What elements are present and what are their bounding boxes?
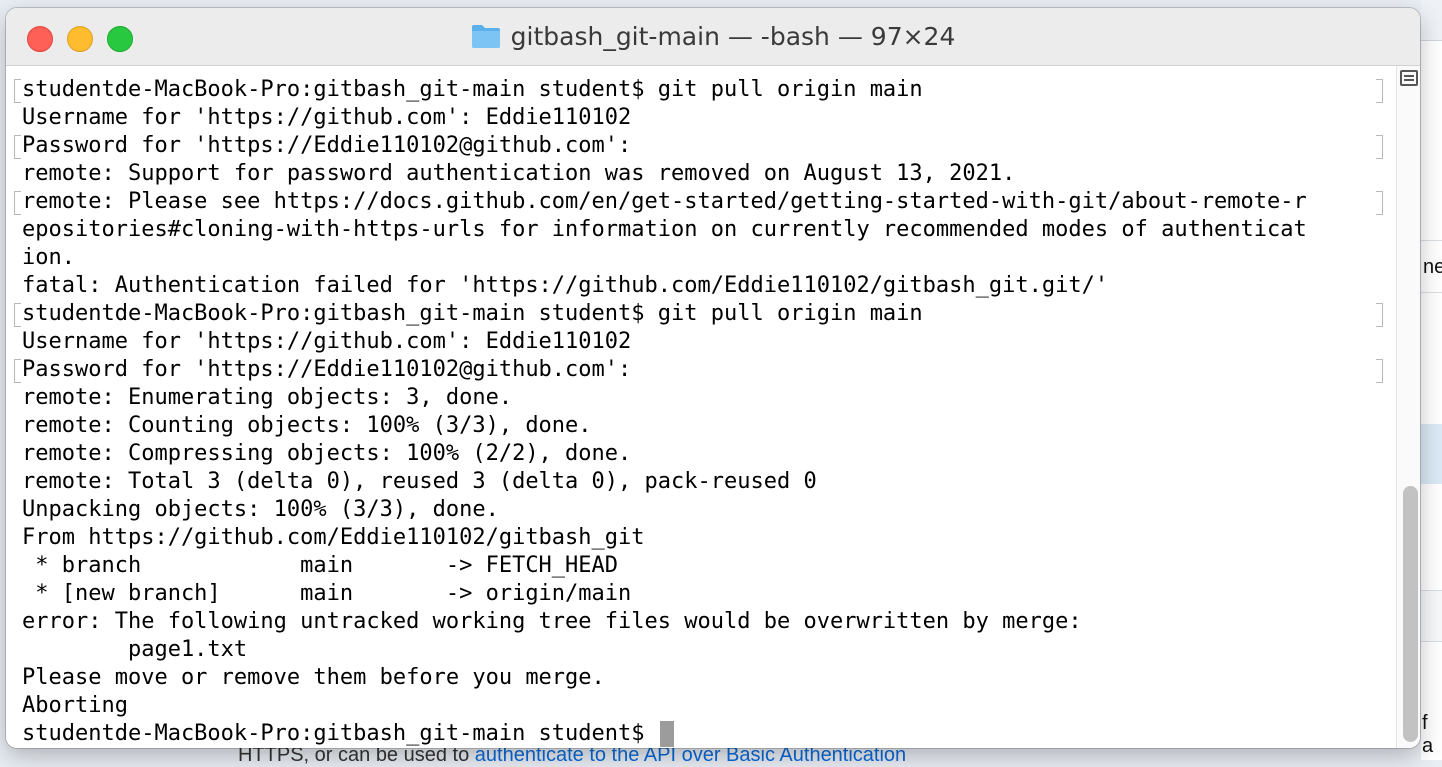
terminal-line: error: The following untracked working t… xyxy=(22,609,1082,634)
terminal-line: Username for 'https://github.com': Eddie… xyxy=(22,329,632,354)
background-text: ne xyxy=(1423,256,1442,278)
terminal-line: Unpacking objects: 100% (3/3), done. xyxy=(22,497,499,522)
terminal-line: remote: Compressing objects: 100% (2/2),… xyxy=(22,441,632,466)
terminal-line: studentde-MacBook-Pro:gitbash_git-main s… xyxy=(22,301,923,326)
background-text: f a xyxy=(1422,712,1434,757)
command-mark xyxy=(1376,135,1383,159)
command-mark xyxy=(1376,191,1383,215)
title-bar[interactable]: gitbash_git-main — -bash — 97×24 xyxy=(6,8,1420,66)
terminal-line: remote: Counting objects: 100% (3/3), do… xyxy=(22,413,592,438)
terminal-line: ion. xyxy=(22,245,75,270)
background-page-header xyxy=(1421,0,1442,40)
command-mark xyxy=(14,135,21,159)
terminal-output[interactable]: studentde-MacBook-Pro:gitbash_git-main s… xyxy=(6,66,1396,748)
terminal-prompt[interactable]: studentde-MacBook-Pro:gitbash_git-main s… xyxy=(22,720,674,748)
terminal-line: Aborting xyxy=(22,693,128,718)
background-page-panel xyxy=(1421,40,1442,425)
terminal-window[interactable]: gitbash_git-main — -bash — 97×24 student… xyxy=(6,8,1420,748)
terminal-line: remote: Enumerating objects: 3, done. xyxy=(22,385,513,410)
terminal-line: * branch main -> FETCH_HEAD xyxy=(22,553,619,578)
window-title-group: gitbash_git-main — -bash — 97×24 xyxy=(6,20,1420,52)
terminal-line: From https://github.com/Eddie110102/gitb… xyxy=(22,525,645,550)
command-mark xyxy=(1376,359,1383,383)
background-page-highlight xyxy=(1421,424,1442,484)
window-title: gitbash_git-main — -bash — 97×24 xyxy=(510,21,956,51)
background-divider xyxy=(1421,292,1442,293)
terminal-line: epositories#cloning-with-https-urls for … xyxy=(22,217,1307,242)
terminal-line: fatal: Authentication failed for 'https:… xyxy=(22,273,1109,298)
terminal-line: Password for 'https://Eddie110102@github… xyxy=(22,133,632,158)
terminal-line: remote: Support for password authenticat… xyxy=(22,161,1016,186)
command-mark xyxy=(1376,79,1383,103)
terminal-line: Please move or remove them before you me… xyxy=(22,665,605,690)
terminal-line: remote: Total 3 (delta 0), reused 3 (del… xyxy=(22,469,817,494)
command-mark xyxy=(1376,303,1383,327)
command-mark xyxy=(14,359,21,383)
terminal-line: Username for 'https://github.com': Eddie… xyxy=(22,105,632,130)
scrollbar-thumb[interactable] xyxy=(1403,486,1418,742)
folder-icon xyxy=(471,25,500,48)
background-divider xyxy=(1421,240,1442,241)
terminal-line: Password for 'https://Eddie110102@github… xyxy=(22,357,632,382)
prompt-text: studentde-MacBook-Pro:gitbash_git-main s… xyxy=(22,721,658,746)
terminal-line: studentde-MacBook-Pro:gitbash_git-main s… xyxy=(22,77,923,102)
command-mark xyxy=(14,191,21,215)
split-pane-icon[interactable] xyxy=(1400,70,1418,86)
terminal-line: * [new branch] main -> origin/main xyxy=(22,581,632,606)
command-mark xyxy=(14,303,21,327)
terminal-line: remote: Please see https://docs.github.c… xyxy=(22,189,1307,214)
terminal-line: page1.txt xyxy=(22,637,248,662)
command-mark xyxy=(14,79,21,103)
text-cursor xyxy=(659,721,674,747)
background-box xyxy=(1421,590,1442,642)
